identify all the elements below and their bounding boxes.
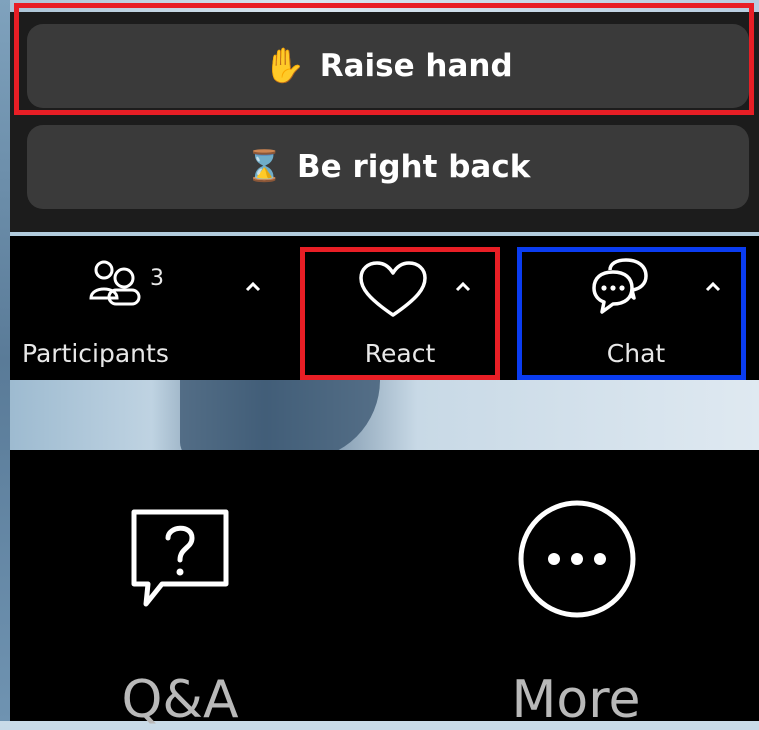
participants-button[interactable]: 3 Participants (10, 236, 280, 380)
background-left-edge (0, 0, 10, 721)
be-right-back-button[interactable]: ⌛ Be right back (27, 125, 749, 209)
reactions-popup: ✋ Raise hand ⌛ Be right back (10, 12, 759, 232)
participant-count: 3 (150, 266, 164, 291)
react-button[interactable]: React (304, 236, 496, 380)
chevron-up-icon[interactable] (242, 276, 264, 298)
more-button[interactable]: More (446, 490, 706, 730)
heart-icon (359, 261, 427, 317)
be-right-back-label: Be right back (297, 149, 531, 185)
chat-button[interactable]: Chat (520, 236, 752, 380)
question-bubble-icon (131, 509, 229, 607)
chevron-up-icon[interactable] (702, 276, 724, 298)
raised-hand-icon: ✋ (263, 46, 306, 86)
people-icon (89, 260, 141, 306)
participants-label: Participants (22, 339, 169, 368)
react-label: React (364, 339, 436, 368)
meeting-toolbar: 3 Participants React Chat (10, 236, 759, 380)
more-label: More (511, 670, 641, 730)
hourglass-icon: ⌛ (245, 149, 283, 184)
more-dots-icon (518, 500, 636, 618)
background-middle (0, 380, 759, 450)
chat-label: Chat (606, 339, 666, 368)
raise-hand-button[interactable]: ✋ Raise hand (27, 24, 749, 108)
raise-hand-label: Raise hand (319, 48, 513, 84)
chat-bubbles-icon (592, 258, 648, 314)
chevron-up-icon[interactable] (452, 276, 474, 298)
qa-label: Q&A (121, 670, 239, 730)
bottom-toolbar: Q&A More (10, 450, 759, 730)
qa-button[interactable]: Q&A (50, 490, 310, 730)
